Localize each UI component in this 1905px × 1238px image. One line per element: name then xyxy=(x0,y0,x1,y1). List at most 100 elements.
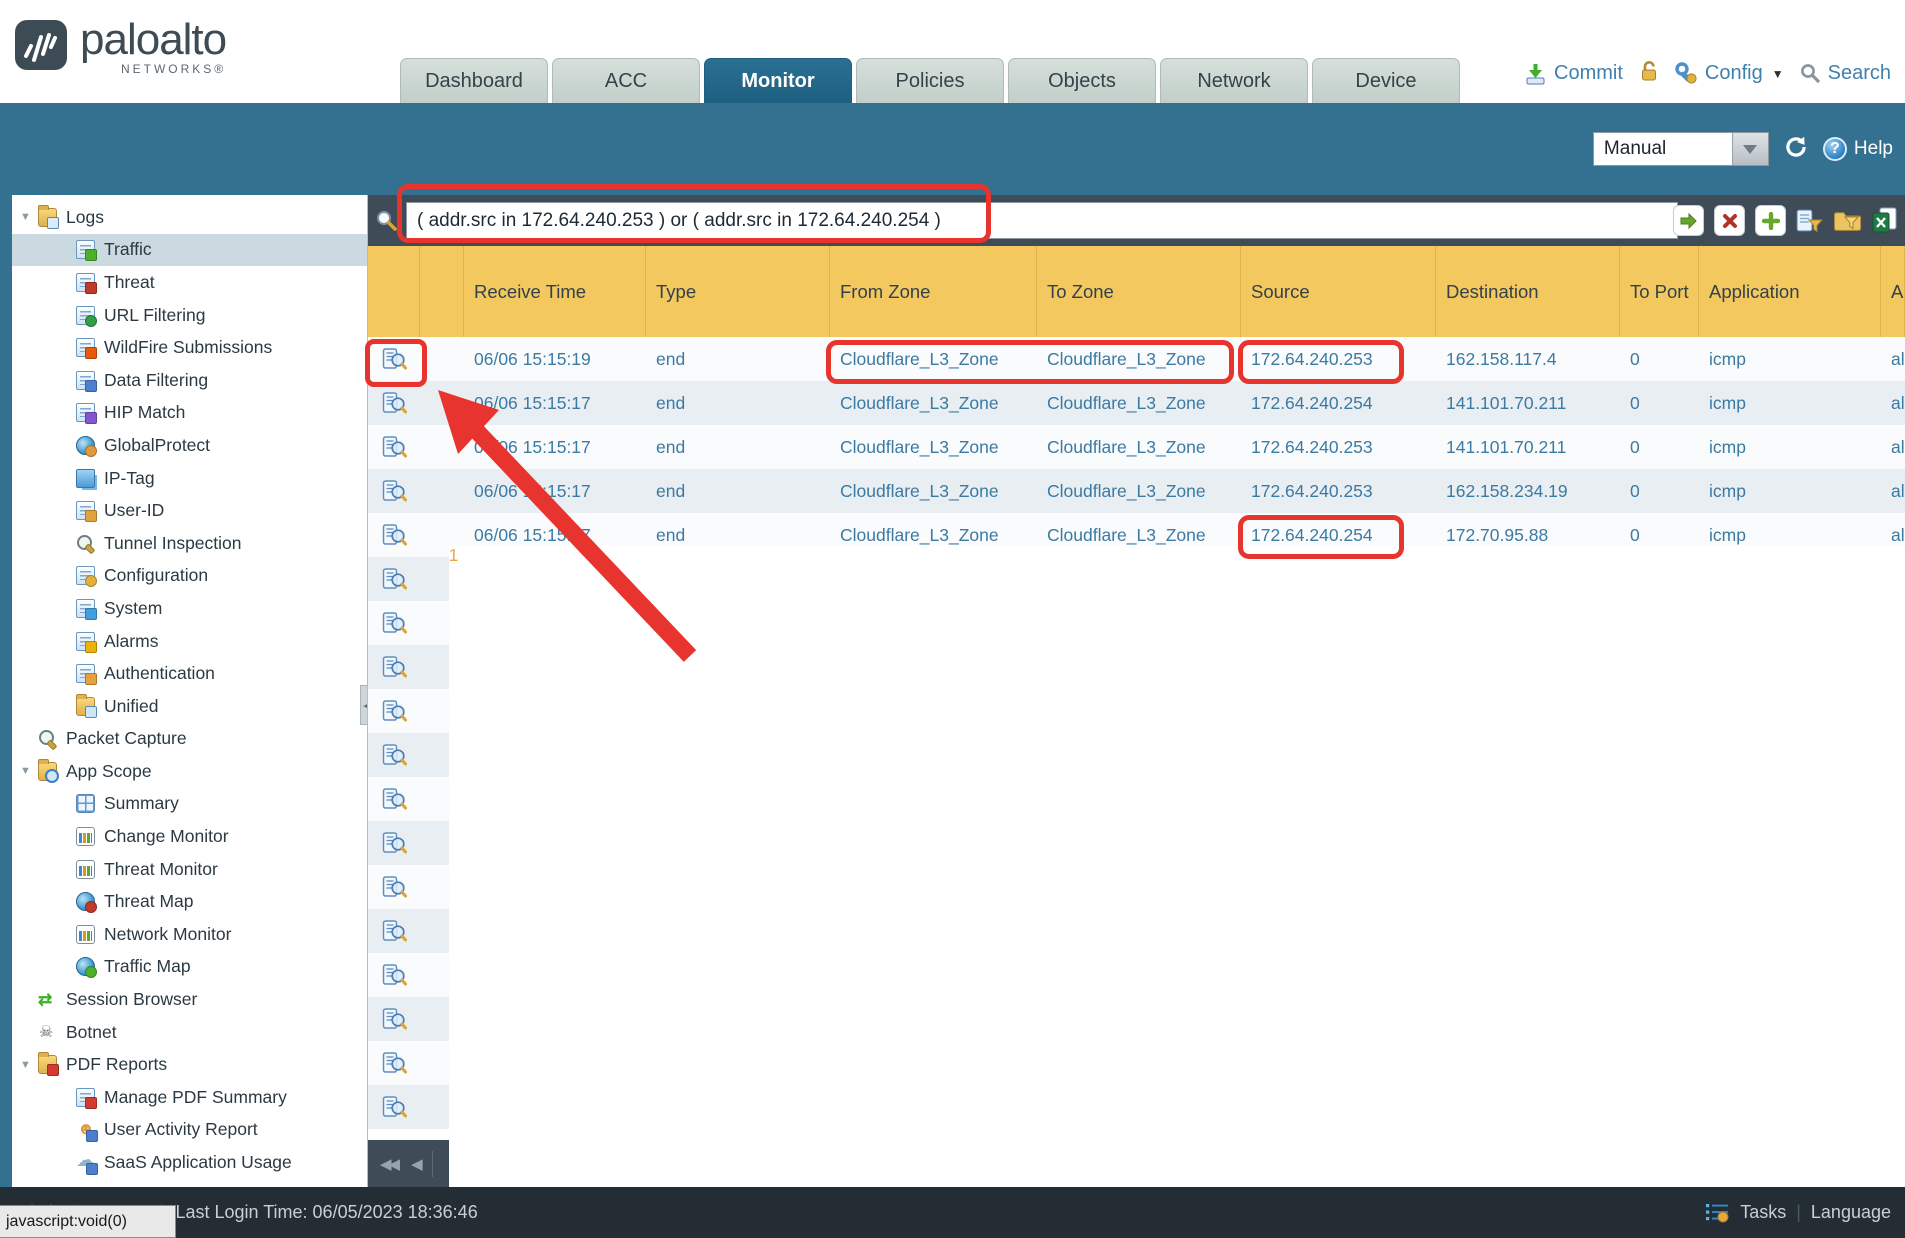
log-detail-button[interactable] xyxy=(368,953,420,997)
expander-icon[interactable]: ▼ xyxy=(20,1059,38,1071)
log-flags-cell xyxy=(420,469,464,513)
sidebar-item-authentication[interactable]: Authentication xyxy=(12,657,367,690)
tab-objects[interactable]: Objects xyxy=(1008,58,1156,103)
tab-dashboard[interactable]: Dashboard xyxy=(400,58,548,103)
sidebar-item-configuration[interactable]: Configuration xyxy=(12,560,367,593)
export-csv-button[interactable] xyxy=(1872,207,1897,234)
folder-doc-icon xyxy=(76,697,95,716)
log-detail-button[interactable] xyxy=(368,821,420,865)
log-detail-button[interactable] xyxy=(368,1085,420,1129)
sidebar-item-app-scope[interactable]: ▼App Scope xyxy=(12,755,367,788)
table-row[interactable]: 06/06 15:15:17 end Cloudflare_L3_Zone Cl… xyxy=(368,425,1905,469)
from-zone-cell: Cloudflare_L3_Zone xyxy=(830,469,1037,513)
sidebar-item-alarms[interactable]: Alarms xyxy=(12,625,367,658)
sidebar-item-data-filtering[interactable]: Data Filtering xyxy=(12,364,367,397)
sidebar-item-wildfire-submissions[interactable]: WildFire Submissions xyxy=(12,331,367,364)
log-detail-button[interactable] xyxy=(368,557,420,601)
log-detail-button[interactable] xyxy=(368,777,420,821)
logo-networks-text: NETWORKS® xyxy=(121,62,226,76)
tab-acc[interactable]: ACC xyxy=(552,58,700,103)
sidebar-item-threat-monitor[interactable]: Threat Monitor xyxy=(12,853,367,886)
table-row[interactable]: 06/06 15:15:17 end Cloudflare_L3_Zone Cl… xyxy=(368,469,1905,513)
saved-filters-button[interactable] xyxy=(1833,208,1862,233)
sidebar-item-network-monitor[interactable]: Network Monitor xyxy=(12,918,367,951)
sidebar-item-packet-capture[interactable]: Packet Capture xyxy=(12,723,367,756)
tab-monitor[interactable]: Monitor xyxy=(704,58,852,103)
sidebar-item-logs[interactable]: ▼Logs xyxy=(12,201,367,234)
sidebar-item-system[interactable]: System xyxy=(12,592,367,625)
sidebar-item-session-browser[interactable]: Session Browser xyxy=(12,983,367,1016)
sidebar-item-user-activity-report[interactable]: User Activity Report xyxy=(12,1114,367,1147)
sidebar-item-threat-map[interactable]: Threat Map xyxy=(12,885,367,918)
add-filter-button[interactable] xyxy=(1755,205,1786,236)
log-detail-button[interactable] xyxy=(368,469,420,513)
sidebar-item-saas-application-usage[interactable]: SaaS Application Usage xyxy=(12,1146,367,1179)
language-button[interactable]: Language xyxy=(1811,1202,1891,1223)
log-detail-button[interactable] xyxy=(368,909,420,953)
column-header-application[interactable]: Application xyxy=(1699,246,1881,337)
refresh-interval-select[interactable]: Manual xyxy=(1593,132,1769,166)
column-header-type[interactable]: Type xyxy=(646,246,830,337)
help-button[interactable]: ? Help xyxy=(1823,137,1893,161)
log-detail-button[interactable] xyxy=(368,425,420,469)
log-detail-button[interactable] xyxy=(368,381,420,425)
filter-builder-button[interactable] xyxy=(1796,208,1823,234)
column-header-ac[interactable]: Ac xyxy=(1881,246,1905,337)
column-header-source[interactable]: Source xyxy=(1241,246,1436,337)
expander-icon[interactable]: ▼ xyxy=(20,765,38,777)
column-header-from-zone[interactable]: From Zone xyxy=(830,246,1037,337)
sidebar-item-url-filtering[interactable]: URL Filtering xyxy=(12,299,367,332)
sidebar-item-change-monitor[interactable]: Change Monitor xyxy=(12,820,367,853)
table-row[interactable]: 06/06 15:15:17 end Cloudflare_L3_Zone Cl… xyxy=(368,381,1905,425)
tab-device[interactable]: Device xyxy=(1312,58,1460,103)
sidebar-item-hip-match[interactable]: HIP Match xyxy=(12,397,367,430)
log-detail-button[interactable] xyxy=(368,337,420,381)
sidebar-item-threat[interactable]: Threat xyxy=(12,266,367,299)
table-row[interactable]: 06/06 15:15:19 end Cloudflare_L3_Zone Cl… xyxy=(368,337,1905,381)
column-header-to-zone[interactable]: To Zone xyxy=(1037,246,1241,337)
tab-policies[interactable]: Policies xyxy=(856,58,1004,103)
column-header-col0[interactable] xyxy=(368,246,420,337)
help-icon: ? xyxy=(1823,137,1847,161)
log-detail-button[interactable] xyxy=(368,601,420,645)
sidebar-item-ip-tag[interactable]: IP-Tag xyxy=(12,462,367,495)
log-detail-button[interactable] xyxy=(368,865,420,909)
page-1[interactable]: 1 xyxy=(449,545,1905,1238)
search-button[interactable]: Search xyxy=(1800,62,1891,85)
log-detail-button[interactable] xyxy=(368,513,420,557)
sidebar-item-manage-pdf-summary[interactable]: Manage PDF Summary xyxy=(12,1081,367,1114)
tab-network[interactable]: Network xyxy=(1160,58,1308,103)
column-header-receive-time[interactable]: Receive Time xyxy=(464,246,646,337)
column-header-destination[interactable]: Destination xyxy=(1436,246,1620,337)
select-arrow-button[interactable] xyxy=(1732,133,1768,165)
sidebar-item-traffic[interactable]: Traffic xyxy=(12,234,367,267)
sidebar-item-pdf-reports[interactable]: ▼PDF Reports xyxy=(12,1048,367,1081)
sidebar-item-unified[interactable]: Unified xyxy=(12,690,367,723)
lock-icon[interactable] xyxy=(1639,60,1659,87)
log-detail-button[interactable] xyxy=(368,645,420,689)
log-detail-button[interactable] xyxy=(368,997,420,1041)
sidebar-item-traffic-map[interactable]: Traffic Map xyxy=(12,951,367,984)
sidebar-item-user-id[interactable]: User-ID xyxy=(12,494,367,527)
commit-button[interactable]: Commit xyxy=(1524,62,1623,85)
log-detail-button[interactable] xyxy=(368,733,420,777)
column-header-to-port[interactable]: To Port xyxy=(1620,246,1699,337)
log-detail-button[interactable] xyxy=(368,1041,420,1085)
prev-page-button[interactable]: ◀ xyxy=(409,1155,422,1173)
sidebar-item-globalprotect[interactable]: GlobalProtect xyxy=(12,429,367,462)
clear-filter-button[interactable] xyxy=(1714,205,1745,236)
column-header-col1[interactable] xyxy=(420,246,464,337)
sidebar-item-botnet[interactable]: Botnet xyxy=(12,1016,367,1049)
refresh-icon[interactable] xyxy=(1783,134,1809,165)
tasks-button[interactable]: Tasks xyxy=(1740,1202,1786,1223)
filter-query-input[interactable] xyxy=(406,202,1678,239)
apply-filter-button[interactable] xyxy=(1673,205,1704,236)
sidebar-item-tunnel-inspection[interactable]: Tunnel Inspection xyxy=(12,527,367,560)
expander-icon[interactable]: ▼ xyxy=(20,211,38,223)
log-detail-button[interactable] xyxy=(368,689,420,733)
config-menu[interactable]: Config ▼ xyxy=(1675,62,1784,85)
sidebar-item-summary[interactable]: Summary xyxy=(12,788,367,821)
sidebar-tree: ▼LogsTrafficThreatURL FilteringWildFire … xyxy=(12,201,367,1179)
receive-time-cell: 06/06 15:15:17 xyxy=(464,469,646,513)
first-page-button[interactable]: ◀◀ xyxy=(378,1155,399,1173)
